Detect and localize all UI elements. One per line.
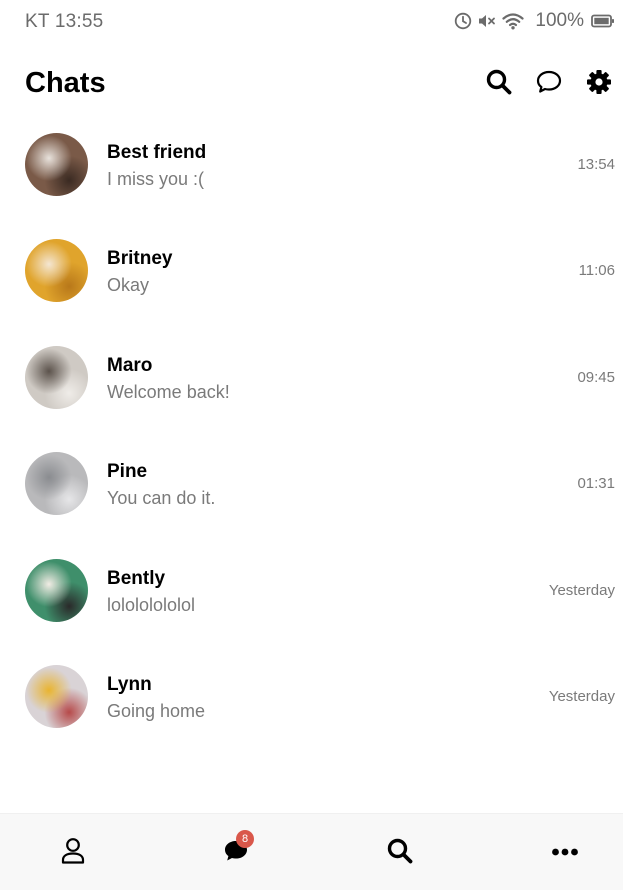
- status-bar: KT 13:55 100%: [0, 0, 623, 46]
- new-chat-icon: [535, 69, 563, 100]
- chat-name: Maro: [107, 354, 153, 376]
- search-icon: [485, 68, 513, 101]
- battery-percent: 100%: [535, 10, 584, 31]
- avatar[interactable]: [25, 558, 88, 622]
- nav-search-button[interactable]: [385, 838, 415, 868]
- nav-profile-button[interactable]: [58, 837, 88, 870]
- chat-list: Best friend I miss you :( 13:54 Britney …: [0, 118, 623, 756]
- chat-item[interactable]: Pine You can do it. 01:31: [0, 437, 623, 543]
- status-carrier-time: KT 13:55: [25, 11, 104, 32]
- chat-name: Pine: [107, 461, 148, 483]
- chat-time: 13:54: [577, 156, 615, 173]
- chat-name: Bently: [107, 567, 166, 589]
- avatar[interactable]: [25, 345, 88, 409]
- nav-chats-button[interactable]: 8: [221, 830, 254, 868]
- page-title: Chats: [25, 67, 106, 99]
- chat-time: Yesterday: [548, 687, 615, 705]
- avatar[interactable]: [25, 133, 88, 196]
- header-actions: [465, 68, 615, 100]
- settings-icon: [586, 69, 612, 100]
- search-icon: [386, 837, 414, 870]
- unread-badge: 8: [236, 830, 254, 848]
- status-icons: 100%: [454, 10, 615, 32]
- chat-preview: lolololololol: [107, 594, 196, 615]
- search-button[interactable]: [483, 68, 515, 100]
- chat-preview: Welcome back!: [107, 381, 230, 402]
- chat-item[interactable]: Bently lolololololol Yesterday: [0, 544, 623, 650]
- chat-item[interactable]: Lynn Going home Yesterday: [0, 650, 623, 756]
- chat-item[interactable]: Best friend I miss you :( 13:54: [0, 118, 623, 224]
- chat-preview: Okay: [107, 275, 150, 296]
- chat-preview: I miss you :(: [107, 169, 205, 189]
- chat-time: Yesterday: [548, 581, 615, 599]
- chat-preview: You can do it.: [107, 488, 216, 509]
- more-icon: [551, 844, 579, 862]
- bottom-nav: 8: [0, 813, 623, 890]
- avatar[interactable]: [25, 239, 88, 303]
- settings-button[interactable]: [583, 68, 615, 100]
- chat-name: Britney: [107, 248, 173, 270]
- chat-name: Best friend: [107, 142, 207, 163]
- chats-screen: KT 13:55 100% Chats Best friend I miss y…: [0, 0, 623, 890]
- chat-preview: Going home: [107, 700, 206, 721]
- chat-time: 11:06: [578, 262, 615, 280]
- avatar[interactable]: [25, 664, 88, 728]
- alarm-icon: [454, 12, 472, 30]
- battery-icon: [591, 14, 615, 28]
- wifi-icon: [502, 12, 524, 30]
- app-header: Chats: [0, 62, 623, 108]
- chat-item[interactable]: Britney Okay 11:06: [0, 224, 623, 330]
- nav-more-button[interactable]: [550, 838, 580, 868]
- profile-icon: [60, 837, 86, 870]
- chat-time: 09:45: [577, 368, 615, 386]
- chat-time: 01:31: [577, 475, 615, 493]
- avatar[interactable]: [25, 452, 88, 516]
- new-chat-button[interactable]: [533, 68, 565, 100]
- chat-item[interactable]: Maro Welcome back! 09:45: [0, 331, 623, 437]
- mute-icon: [477, 12, 497, 30]
- chat-name: Lynn: [107, 673, 152, 695]
